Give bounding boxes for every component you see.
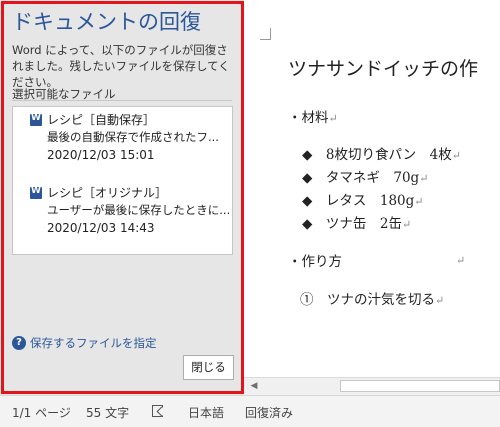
divider	[12, 100, 232, 101]
ingredients-heading: ・材料↵	[288, 110, 338, 126]
page-corner-mark	[260, 28, 271, 40]
step-item: ① ツナの汁気を切る↵	[300, 292, 445, 308]
question-icon: ?	[12, 336, 26, 350]
status-bar: 1/1 ページ 55 文字 日本語 回復済み	[0, 395, 500, 427]
ingredient-item: ◆ 8枚切り食パン 4枚↵	[302, 147, 461, 163]
ingredient-item: ◆ タマネギ 70g↵	[302, 170, 429, 186]
ingredient-item: ◆ ツナ缶 2缶↵	[302, 216, 412, 232]
word-document-icon	[30, 186, 42, 199]
language-indicator[interactable]: 日本語	[188, 404, 224, 421]
recovered-file-list: レシピ［自動保存］ 最後の自動保存で作成されたフ... 2020/12/03 1…	[12, 106, 233, 255]
horizontal-scrollbar[interactable]: ◀	[244, 377, 500, 395]
pane-description: Word によって、以下のファイルが回復されました。残したいファイルを保存してく…	[12, 43, 230, 89]
scrollbar-thumb[interactable]	[340, 380, 500, 392]
word-document-icon	[30, 113, 42, 126]
help-link-label: 保存するファイルを指定	[30, 336, 157, 350]
scroll-left-icon[interactable]: ◀	[248, 379, 260, 393]
recovery-status: 回復済み	[245, 406, 294, 420]
word-count[interactable]: 55 文字	[86, 404, 129, 421]
which-file-to-save-link[interactable]: ? 保存するファイルを指定	[12, 335, 157, 351]
recovered-file-item[interactable]: レシピ［オリジナル］ ユーザーが最後に保存したときに... 2020/12/03…	[13, 180, 232, 246]
close-button[interactable]: 閉じる	[183, 355, 234, 380]
ingredient-item: ◆ レタス 180g↵	[302, 193, 424, 209]
document-title: ツナサンドイッチの作	[288, 58, 479, 80]
proofing-icon[interactable]	[152, 405, 163, 417]
file-name: レシピ［オリジナル］	[47, 186, 168, 200]
page-count[interactable]: 1/1 ページ	[12, 404, 71, 421]
pane-title: ドキュメントの回復	[12, 10, 201, 34]
file-date: 2020/12/03 15:01	[47, 148, 155, 162]
paragraph-mark: ↵	[456, 254, 466, 267]
recovered-file-item[interactable]: レシピ［自動保存］ 最後の自動保存で作成されたフ... 2020/12/03 1…	[13, 107, 232, 173]
file-date: 2020/12/03 14:43	[47, 221, 155, 235]
document-canvas[interactable]: ツナサンドイッチの作 ・材料↵ ◆ 8枚切り食パン 4枚↵ ◆ タマネギ 70g…	[244, 0, 500, 377]
steps-heading: ・作り方	[288, 254, 342, 270]
file-description: ユーザーが最後に保存したときに...	[47, 203, 229, 217]
file-description: 最後の自動保存で作成されたフ...	[47, 130, 219, 144]
file-name: レシピ［自動保存］	[47, 113, 156, 127]
document-recovery-pane: ドキュメントの回復 Word によって、以下のファイルが回復されました。残したい…	[0, 0, 244, 395]
